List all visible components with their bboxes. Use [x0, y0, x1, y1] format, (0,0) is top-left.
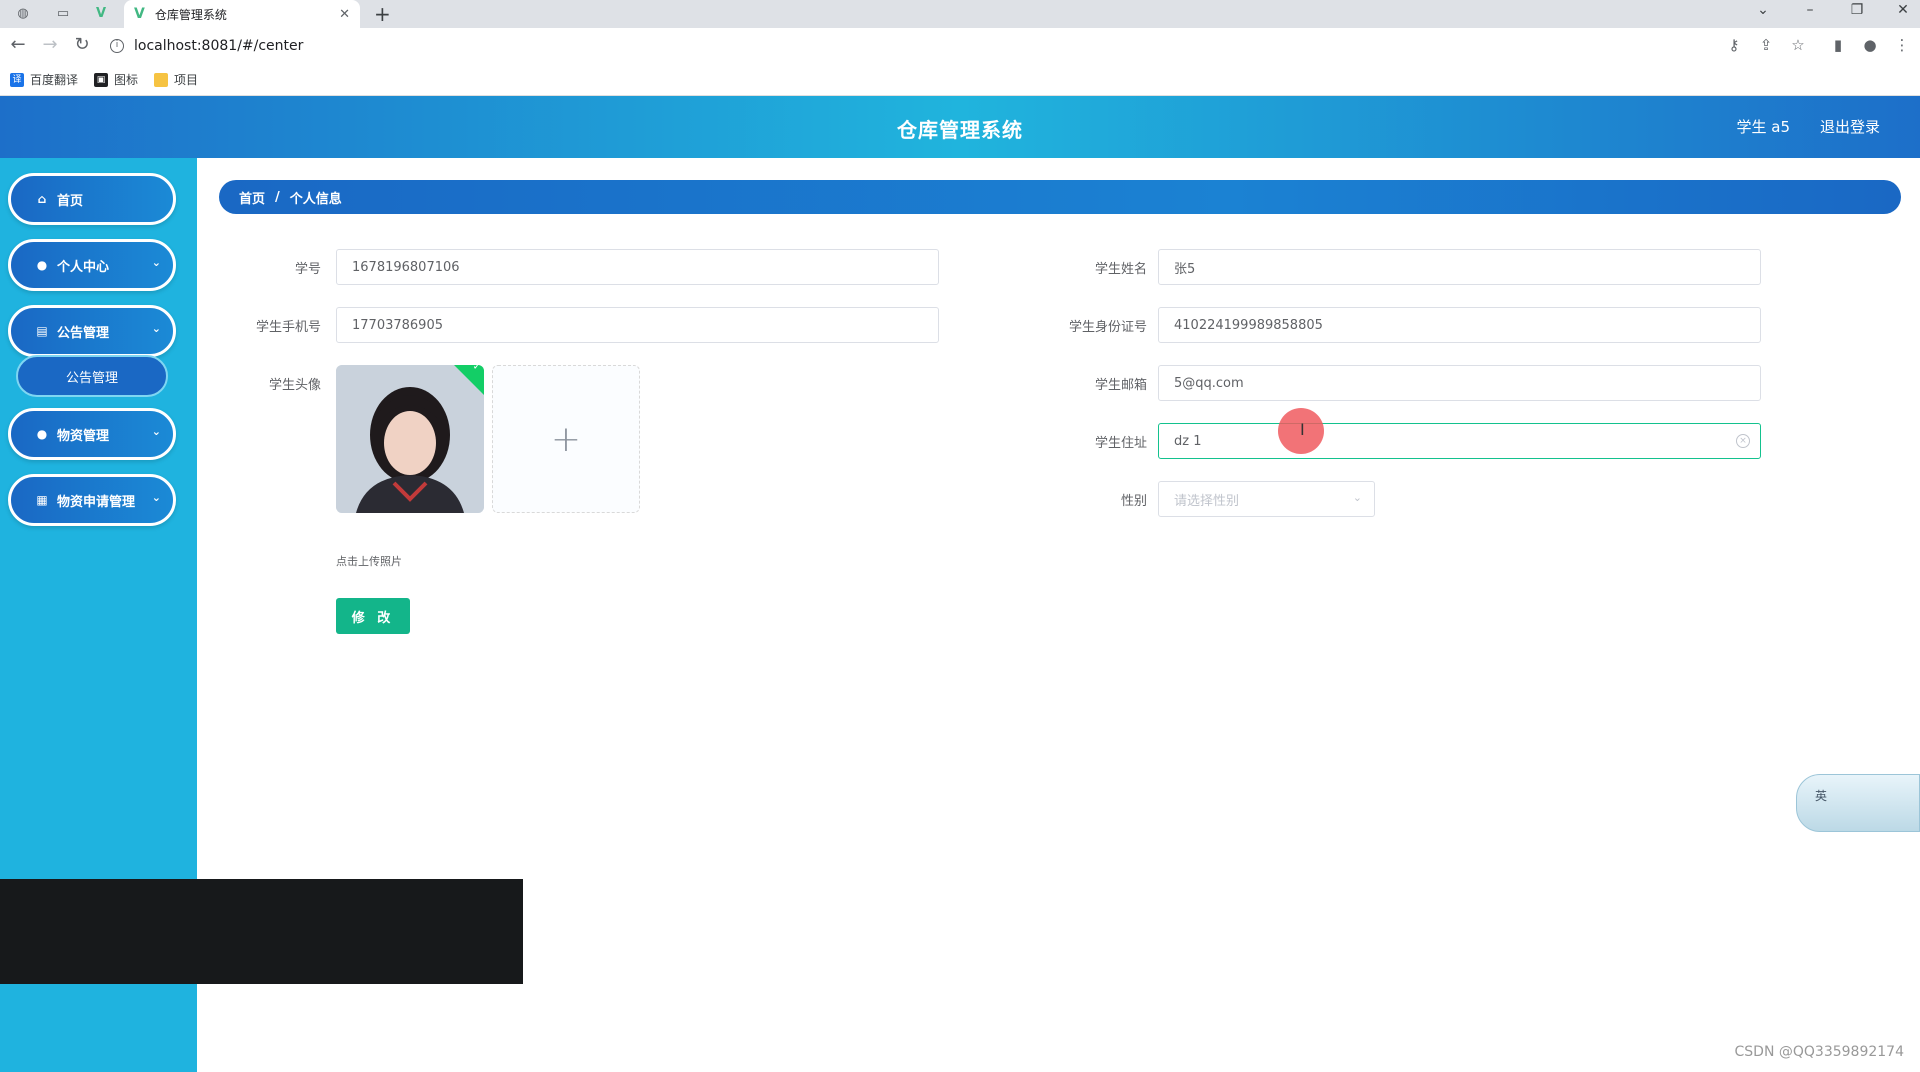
bookmark-label: 项目 — [174, 73, 199, 87]
phone-label: 学生手机号 — [255, 320, 321, 335]
clear-icon[interactable]: × — [1736, 434, 1750, 448]
close-icon[interactable]: ✕ — [339, 7, 350, 22]
info-icon[interactable]: i — [110, 39, 124, 53]
gender-label: 性别 — [1120, 494, 1147, 509]
star-icon[interactable]: ☆ — [1787, 36, 1809, 54]
check-icon: ✓ — [472, 365, 481, 373]
bookmark-label: 百度翻译 — [30, 73, 79, 87]
close-window-icon[interactable]: ✕ — [1888, 2, 1918, 18]
tab-icon[interactable]: ▭ — [50, 2, 76, 24]
browser-tab-active[interactable]: V 仓库管理系统 ✕ — [124, 0, 360, 28]
tab-title: 仓库管理系统 — [154, 7, 227, 22]
sidebar-subitem-notice[interactable]: 公告管理 — [16, 355, 168, 397]
watermark: CSDN @QQ3359892174 — [1734, 1044, 1904, 1060]
bookmark-icons[interactable]: ▣ 图标 — [94, 71, 138, 88]
chevron-down-icon: ⌄ — [151, 256, 161, 269]
id-card-field[interactable]: 410224199989858805 — [1158, 307, 1761, 343]
current-user: 学生 a5 — [1736, 118, 1790, 136]
avatar-image[interactable]: ✓ — [336, 365, 484, 513]
breadcrumb-separator: / — [275, 189, 280, 205]
phone-field[interactable]: 17703786905 — [336, 307, 939, 343]
chevron-down-icon: ⌄ — [151, 491, 161, 504]
sidebar-item-label: 公告管理 — [57, 325, 110, 341]
sidebar-item-material-requests[interactable]: ▦ 物资申请管理 ⌄ — [8, 474, 176, 526]
ime-widget[interactable]: 英 — [1796, 774, 1920, 832]
video-overlay — [0, 879, 523, 984]
url-text: localhost:8081/#/center — [134, 38, 304, 54]
profile-icon[interactable]: ● — [1859, 36, 1881, 54]
student-name-label: 学生姓名 — [1094, 262, 1147, 277]
clipboard-icon: ▤ — [36, 324, 48, 338]
ime-language: 英 — [1815, 789, 1828, 803]
breadcrumb-current: 个人信息 — [289, 191, 342, 207]
id-card-label: 学生身份证号 — [1068, 320, 1147, 335]
globe-icon[interactable]: ◍ — [10, 2, 36, 24]
sidebar-item-materials[interactable]: ● 物资管理 ⌄ — [8, 408, 176, 460]
gender-placeholder: 请选择性别 — [1174, 493, 1240, 509]
back-icon[interactable]: ← — [6, 34, 30, 55]
key-icon[interactable]: ⚷ — [1723, 36, 1745, 54]
avatar-label: 学生头像 — [268, 378, 321, 393]
folder-icon — [154, 72, 169, 87]
chevron-down-icon: ⌄ — [1352, 491, 1362, 504]
menu-icon[interactable]: ⋮ — [1891, 36, 1913, 54]
url-bar[interactable]: i localhost:8081/#/center — [110, 32, 1710, 60]
reload-icon[interactable]: ↻ — [70, 34, 94, 55]
address-label: 学生住址 — [1094, 436, 1147, 451]
chevron-down-icon[interactable]: ⌄ — [1748, 2, 1778, 18]
upload-tip: 点击上传照片 — [336, 555, 402, 568]
bookmark-label: 图标 — [114, 73, 139, 87]
home-icon: ⌂ — [37, 192, 47, 206]
user-icon: ● — [36, 258, 48, 272]
sidebar-item-home[interactable]: ⌂ 首页 — [8, 173, 176, 225]
submit-button[interactable]: 修 改 — [336, 598, 410, 634]
sidebar-item-personal-center[interactable]: ● 个人中心 ⌄ — [8, 239, 176, 291]
address-field[interactable]: dz 1 × — [1158, 423, 1761, 459]
browser-tab-bar: ◍ ▭ V V 仓库管理系统 ✕ + ⌄ – ❐ ✕ — [0, 0, 1920, 28]
student-id-label: 学号 — [294, 262, 321, 277]
gender-select[interactable]: 请选择性别 ⌄ — [1158, 481, 1375, 517]
email-field[interactable]: 5@qq.com — [1158, 365, 1761, 401]
upload-button[interactable]: + — [492, 365, 640, 513]
grid-icon: ▦ — [36, 493, 48, 507]
sidebar-item-label: 首页 — [57, 193, 84, 209]
student-id-field[interactable]: 1678196807106 — [336, 249, 939, 285]
vue-icon: V — [134, 6, 145, 22]
chevron-down-icon: ⌄ — [151, 425, 161, 438]
image-icon: ▣ — [94, 72, 109, 87]
sidepanel-icon[interactable]: ▮ — [1827, 36, 1849, 54]
translate-icon: 译 — [10, 72, 24, 87]
sidebar-item-label: 物资管理 — [57, 428, 110, 444]
sidebar-item-label: 物资申请管理 — [57, 494, 136, 510]
breadcrumb-home[interactable]: 首页 — [239, 188, 265, 207]
address-bar-row: ← → ↻ i localhost:8081/#/center ⚷ ⇪ ☆ ▮ … — [0, 28, 1920, 64]
app-title: 仓库管理系统 — [897, 118, 1023, 142]
minimize-icon[interactable]: – — [1795, 2, 1825, 18]
bookmark-project[interactable]: 项目 — [154, 71, 198, 88]
bookmarks-bar: 译 百度翻译 ▣ 图标 项目 — [0, 64, 1920, 96]
text-cursor-icon: I — [1300, 420, 1305, 439]
new-tab-button[interactable]: + — [374, 2, 391, 26]
sidebar-item-label: 个人中心 — [57, 259, 110, 275]
restore-icon[interactable]: ❐ — [1842, 2, 1872, 18]
avatar-photo-icon — [336, 365, 484, 513]
chevron-down-icon: ⌄ — [151, 322, 161, 335]
sidebar-item-notice[interactable]: ▤ 公告管理 ⌄ — [8, 305, 176, 357]
student-name-field[interactable]: 张5 — [1158, 249, 1761, 285]
user-icon: ● — [36, 427, 48, 441]
share-icon[interactable]: ⇪ — [1755, 36, 1777, 54]
breadcrumb: 首页 / 个人信息 — [219, 180, 1901, 214]
logout-button[interactable]: 退出登录 — [1820, 116, 1880, 137]
address-value: dz 1 — [1174, 433, 1202, 449]
app-header: 仓库管理系统 学生 a5 退出登录 — [0, 96, 1920, 158]
email-label: 学生邮箱 — [1094, 378, 1147, 393]
forward-icon[interactable]: → — [38, 34, 62, 55]
vue-icon[interactable]: V — [88, 2, 114, 24]
bookmark-baidu-translate[interactable]: 译 百度翻译 — [10, 71, 78, 88]
